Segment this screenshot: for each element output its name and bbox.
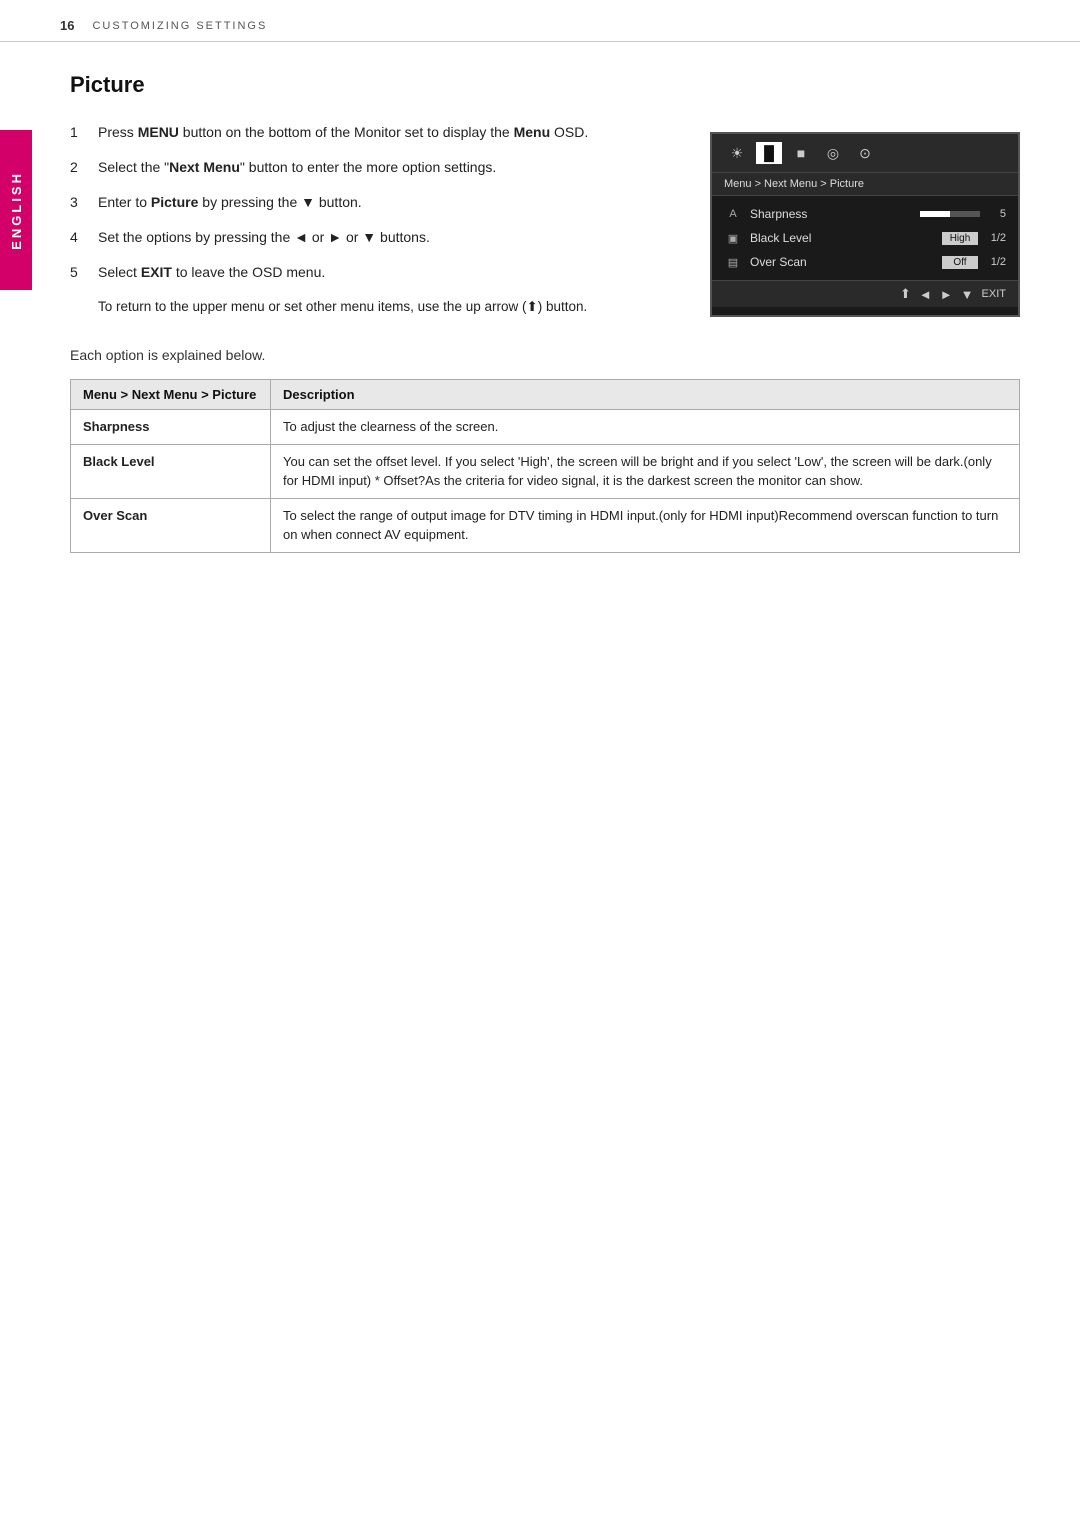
osd-menu-items: A Sharpness 5 ▣ Black Level High 1/2 <box>712 196 1018 280</box>
two-column-layout: 1 Press MENU button on the bottom of the… <box>70 122 1020 317</box>
osd-icon-settings: ⊙ <box>852 142 878 164</box>
table-menu-item: Black Level <box>71 444 271 498</box>
section-title: Picture <box>70 72 1020 98</box>
osd-bar-bg <box>920 211 980 217</box>
osd-bar-fill <box>920 211 950 217</box>
osd-sharpness-label: Sharpness <box>750 207 912 221</box>
instruction-5: 5 Select EXIT to leave the OSD menu. <box>70 262 670 283</box>
side-tab-label: ENGLISH <box>9 171 24 250</box>
osd-item-black-level: ▣ Black Level High 1/2 <box>712 226 1018 250</box>
top-header: 16 CUSTOMIZING SETTINGS <box>0 0 1080 42</box>
instruction-4: 4 Set the options by pressing the ◄ or ►… <box>70 227 670 248</box>
osd-black-level-fraction: 1/2 <box>986 232 1006 244</box>
description-table: Menu > Next Menu > Picture Description S… <box>70 379 1020 553</box>
osd-down-icon: ▼ <box>961 287 974 302</box>
table-description: You can set the offset level. If you sel… <box>271 444 1020 498</box>
sub-instruction: To return to the upper menu or set other… <box>98 297 670 317</box>
osd-panel: ☀ ▐▌ ■ ◎ ⊙ Menu > Next Menu > Picture A … <box>710 132 1020 317</box>
osd-footer: ⬆ ◄ ► ▼ EXIT <box>712 280 1018 307</box>
osd-icon-picture: ▐▌ <box>756 142 782 164</box>
table-col2-header: Description <box>271 380 1020 410</box>
osd-over-scan-icon: ▤ <box>724 256 742 269</box>
osd-icons-row: ☀ ▐▌ ■ ◎ ⊙ <box>712 134 1018 173</box>
osd-item-over-scan: ▤ Over Scan Off 1/2 <box>712 250 1018 274</box>
instruction-3: 3 Enter to Picture by pressing the ▼ but… <box>70 192 670 213</box>
osd-sharpness-bar <box>920 211 980 217</box>
instruction-text-1: Press MENU button on the bottom of the M… <box>98 122 670 143</box>
instruction-number-5: 5 <box>70 262 88 283</box>
osd-breadcrumb: Menu > Next Menu > Picture <box>712 173 1018 196</box>
table-row: SharpnessTo adjust the clearness of the … <box>71 410 1020 445</box>
instruction-text-2: Select the "Next Menu" button to enter t… <box>98 157 670 178</box>
instruction-text-3: Enter to Picture by pressing the ▼ butto… <box>98 192 670 213</box>
osd-right-icon: ► <box>940 287 953 302</box>
instruction-number-4: 4 <box>70 227 88 248</box>
header-title: CUSTOMIZING SETTINGS <box>92 20 267 32</box>
osd-icon-color: ■ <box>788 142 814 164</box>
instruction-number-2: 2 <box>70 157 88 178</box>
table-col1-header: Menu > Next Menu > Picture <box>71 380 271 410</box>
osd-sharpness-icon: A <box>724 208 742 220</box>
table-row: Over ScanTo select the range of output i… <box>71 498 1020 552</box>
page-number: 16 <box>60 18 74 33</box>
osd-over-scan-tag: Off <box>942 256 978 269</box>
osd-left-icon: ◄ <box>919 287 932 302</box>
instruction-text-4: Set the options by pressing the ◄ or ► o… <box>98 227 670 248</box>
instruction-number-3: 3 <box>70 192 88 213</box>
osd-up-icon: ⬆ <box>900 286 911 302</box>
osd-over-scan-fraction: 1/2 <box>986 256 1006 268</box>
table-menu-item: Over Scan <box>71 498 271 552</box>
osd-item-sharpness: A Sharpness 5 <box>712 202 1018 226</box>
table-description: To select the range of output image for … <box>271 498 1020 552</box>
osd-black-level-label: Black Level <box>750 231 934 245</box>
osd-exit-label: EXIT <box>982 288 1006 300</box>
main-content: Picture 1 Press MENU button on the botto… <box>0 42 1080 593</box>
side-tab: ENGLISH <box>0 130 32 290</box>
instructions-list: 1 Press MENU button on the bottom of the… <box>70 122 670 317</box>
osd-over-scan-label: Over Scan <box>750 255 934 269</box>
instruction-1: 1 Press MENU button on the bottom of the… <box>70 122 670 143</box>
table-row: Black LevelYou can set the offset level.… <box>71 444 1020 498</box>
osd-sharpness-value: 5 <box>988 208 1006 220</box>
instruction-text-5: Select EXIT to leave the OSD menu. <box>98 262 670 283</box>
osd-icon-input: ◎ <box>820 142 846 164</box>
osd-black-level-icon: ▣ <box>724 232 742 245</box>
osd-icon-brightness: ☀ <box>724 142 750 164</box>
instruction-2: 2 Select the "Next Menu" button to enter… <box>70 157 670 178</box>
osd-black-level-tag: High <box>942 232 978 245</box>
table-description: To adjust the clearness of the screen. <box>271 410 1020 445</box>
each-option-text: Each option is explained below. <box>70 347 1020 363</box>
instruction-number-1: 1 <box>70 122 88 143</box>
table-menu-item: Sharpness <box>71 410 271 445</box>
